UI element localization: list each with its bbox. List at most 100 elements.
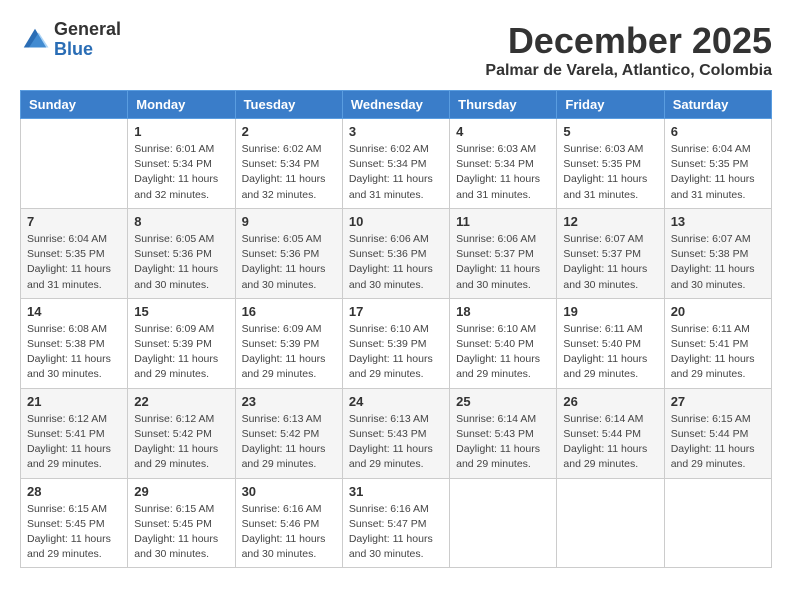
calendar-cell: 16Sunrise: 6:09 AMSunset: 5:39 PMDayligh…: [235, 298, 342, 388]
calendar-cell: 24 Sunrise: 6:13 AMSunset: 5:43 PMDayligh…: [342, 388, 449, 478]
calendar-cell: 25 Sunrise: 6:14 AMSunset: 5:43 PMDayligh…: [450, 388, 557, 478]
day-info: Sunrise: 6:13 AMSunset: 5:43 PMDaylight:…: [349, 412, 443, 473]
day-number: 6: [671, 124, 765, 139]
weekday-header: Thursday: [450, 91, 557, 119]
calendar-cell: 3 Sunrise: 6:02 AMSunset: 5:34 PMDaylight…: [342, 119, 449, 209]
day-info: Sunrise: 6:02 AMSunset: 5:34 PMDaylight:…: [349, 142, 443, 203]
day-info: Sunrise: 6:02 AMSunset: 5:34 PMDaylight:…: [242, 142, 336, 203]
day-info: Sunrise: 6:16 AMSunset: 5:46 PMDaylight:…: [242, 502, 336, 563]
day-number: 19: [563, 304, 657, 319]
day-info: Sunrise: 6:09 AMSunset: 5:39 PMDaylight:…: [134, 322, 228, 383]
logo-blue: Blue: [54, 40, 121, 60]
day-number: 15: [134, 304, 228, 319]
calendar-cell: [557, 478, 664, 568]
calendar-cell: [21, 119, 128, 209]
day-info: Sunrise: 6:12 AMSunset: 5:41 PMDaylight:…: [27, 412, 121, 473]
day-number: 18: [456, 304, 550, 319]
calendar-cell: 14Sunrise: 6:08 AMSunset: 5:38 PMDayligh…: [21, 298, 128, 388]
day-number: 8: [134, 214, 228, 229]
calendar-cell: 13 Sunrise: 6:07 AMSunset: 5:38 PMDayligh…: [664, 208, 771, 298]
calendar-cell: 11 Sunrise: 6:06 AMSunset: 5:37 PMDayligh…: [450, 208, 557, 298]
day-number: 27: [671, 394, 765, 409]
day-info: Sunrise: 6:15 AMSunset: 5:44 PMDaylight:…: [671, 412, 765, 473]
weekday-header: Monday: [128, 91, 235, 119]
day-info: Sunrise: 6:13 AMSunset: 5:42 PMDaylight:…: [242, 412, 336, 473]
calendar-cell: 31Sunrise: 6:16 AMSunset: 5:47 PMDayligh…: [342, 478, 449, 568]
calendar-week-row: 1 Sunrise: 6:01 AMSunset: 5:34 PMDaylight…: [21, 119, 772, 209]
day-number: 26: [563, 394, 657, 409]
calendar-cell: 1 Sunrise: 6:01 AMSunset: 5:34 PMDaylight…: [128, 119, 235, 209]
day-info: Sunrise: 6:11 AMSunset: 5:41 PMDaylight:…: [671, 322, 765, 383]
calendar-cell: [664, 478, 771, 568]
calendar-cell: 6Sunrise: 6:04 AMSunset: 5:35 PMDaylight…: [664, 119, 771, 209]
day-info: Sunrise: 6:07 AMSunset: 5:37 PMDaylight:…: [563, 232, 657, 293]
day-number: 17: [349, 304, 443, 319]
calendar-cell: 17 Sunrise: 6:10 AMSunset: 5:39 PMDayligh…: [342, 298, 449, 388]
day-info: Sunrise: 6:12 AMSunset: 5:42 PMDaylight:…: [134, 412, 228, 473]
day-number: 11: [456, 214, 550, 229]
calendar-cell: 29Sunrise: 6:15 AMSunset: 5:45 PMDayligh…: [128, 478, 235, 568]
calendar-cell: 4Sunrise: 6:03 AMSunset: 5:34 PMDaylight…: [450, 119, 557, 209]
calendar-cell: 15 Sunrise: 6:09 AMSunset: 5:39 PMDayligh…: [128, 298, 235, 388]
day-number: 3: [349, 124, 443, 139]
logo-text: General Blue: [54, 20, 121, 60]
day-number: 23: [242, 394, 336, 409]
logo: General Blue: [20, 20, 121, 60]
weekday-header: Friday: [557, 91, 664, 119]
day-info: Sunrise: 6:06 AMSunset: 5:37 PMDaylight:…: [456, 232, 550, 293]
day-number: 25: [456, 394, 550, 409]
day-number: 13: [671, 214, 765, 229]
day-number: 30: [242, 484, 336, 499]
weekday-header-row: SundayMondayTuesdayWednesdayThursdayFrid…: [21, 91, 772, 119]
day-info: Sunrise: 6:11 AMSunset: 5:40 PMDaylight:…: [563, 322, 657, 383]
calendar-cell: [450, 478, 557, 568]
day-info: Sunrise: 6:10 AMSunset: 5:40 PMDaylight:…: [456, 322, 550, 383]
day-info: Sunrise: 6:14 AMSunset: 5:43 PMDaylight:…: [456, 412, 550, 473]
calendar-week-row: 28 Sunrise: 6:15 AMSunset: 5:45 PMDayligh…: [21, 478, 772, 568]
day-info: Sunrise: 6:06 AMSunset: 5:36 PMDaylight:…: [349, 232, 443, 293]
calendar-week-row: 21Sunrise: 6:12 AMSunset: 5:41 PMDayligh…: [21, 388, 772, 478]
calendar-cell: 26Sunrise: 6:14 AMSunset: 5:44 PMDayligh…: [557, 388, 664, 478]
day-info: Sunrise: 6:04 AMSunset: 5:35 PMDaylight:…: [27, 232, 121, 293]
day-number: 1: [134, 124, 228, 139]
calendar-cell: 23 Sunrise: 6:13 AMSunset: 5:42 PMDayligh…: [235, 388, 342, 478]
day-number: 31: [349, 484, 443, 499]
calendar-cell: 7Sunrise: 6:04 AMSunset: 5:35 PMDaylight…: [21, 208, 128, 298]
day-number: 4: [456, 124, 550, 139]
calendar-cell: 9 Sunrise: 6:05 AMSunset: 5:36 PMDaylight…: [235, 208, 342, 298]
day-info: Sunrise: 6:10 AMSunset: 5:39 PMDaylight:…: [349, 322, 443, 383]
day-info: Sunrise: 6:01 AMSunset: 5:34 PMDaylight:…: [134, 142, 228, 203]
day-number: 28: [27, 484, 121, 499]
weekday-header: Wednesday: [342, 91, 449, 119]
calendar-cell: 12 Sunrise: 6:07 AMSunset: 5:37 PMDayligh…: [557, 208, 664, 298]
calendar-week-row: 7Sunrise: 6:04 AMSunset: 5:35 PMDaylight…: [21, 208, 772, 298]
calendar-cell: 10 Sunrise: 6:06 AMSunset: 5:36 PMDayligh…: [342, 208, 449, 298]
logo-icon: [20, 25, 50, 55]
day-number: 9: [242, 214, 336, 229]
day-number: 24: [349, 394, 443, 409]
calendar-cell: 8 Sunrise: 6:05 AMSunset: 5:36 PMDaylight…: [128, 208, 235, 298]
day-number: 12: [563, 214, 657, 229]
calendar-cell: 21Sunrise: 6:12 AMSunset: 5:41 PMDayligh…: [21, 388, 128, 478]
day-info: Sunrise: 6:07 AMSunset: 5:38 PMDaylight:…: [671, 232, 765, 293]
day-info: Sunrise: 6:05 AMSunset: 5:36 PMDaylight:…: [242, 232, 336, 293]
calendar-cell: 27 Sunrise: 6:15 AMSunset: 5:44 PMDayligh…: [664, 388, 771, 478]
day-number: 2: [242, 124, 336, 139]
calendar-cell: 19 Sunrise: 6:11 AMSunset: 5:40 PMDayligh…: [557, 298, 664, 388]
calendar-cell: 20 Sunrise: 6:11 AMSunset: 5:41 PMDayligh…: [664, 298, 771, 388]
day-number: 20: [671, 304, 765, 319]
weekday-header: Tuesday: [235, 91, 342, 119]
day-number: 5: [563, 124, 657, 139]
day-number: 16: [242, 304, 336, 319]
day-info: Sunrise: 6:05 AMSunset: 5:36 PMDaylight:…: [134, 232, 228, 293]
day-number: 10: [349, 214, 443, 229]
day-number: 22: [134, 394, 228, 409]
day-info: Sunrise: 6:15 AMSunset: 5:45 PMDaylight:…: [27, 502, 121, 563]
day-info: Sunrise: 6:08 AMSunset: 5:38 PMDaylight:…: [27, 322, 121, 383]
month-title: December 2025: [485, 20, 772, 62]
location-subtitle: Palmar de Varela, Atlantico, Colombia: [485, 62, 772, 80]
header: General Blue December 2025 Palmar de Var…: [20, 20, 772, 80]
day-info: Sunrise: 6:03 AMSunset: 5:35 PMDaylight:…: [563, 142, 657, 203]
weekday-header: Sunday: [21, 91, 128, 119]
logo-general: General: [54, 20, 121, 40]
